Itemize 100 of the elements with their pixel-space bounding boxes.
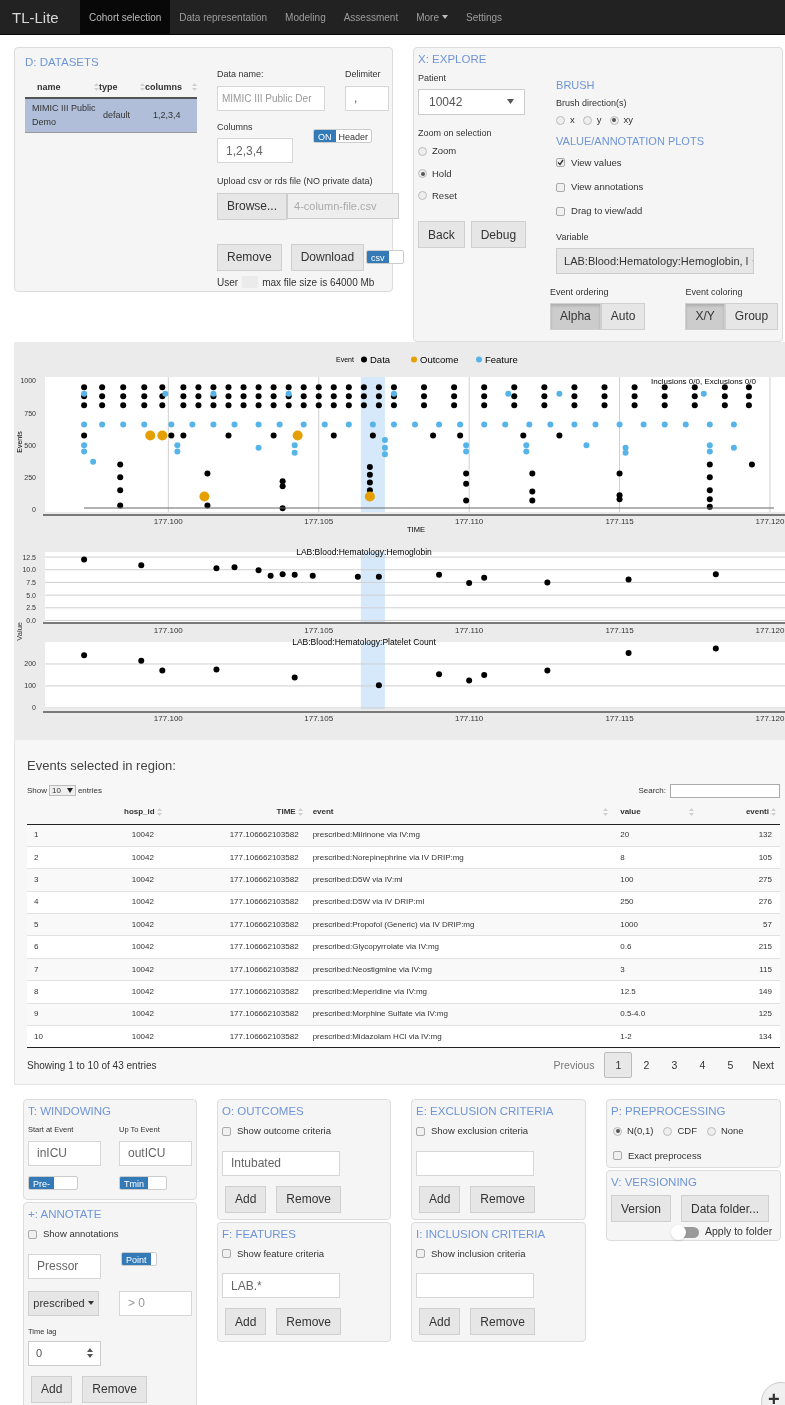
table-cell-text: 177.106662103582 [228,985,300,998]
page-link[interactable]: 1 [604,1052,633,1079]
input-field[interactable]: inICU [28,1140,101,1166]
column-header[interactable]: hosp_id [124,806,155,818]
button[interactable]: Add [419,1185,461,1213]
radio-label: x [570,113,575,127]
add-fab-button[interactable]: + [761,1382,785,1405]
panel-title: T: WINDOWING [28,1104,113,1119]
plot-title: LAB:Blood:Hematology:Hemoglobin [296,547,432,557]
nav-tab[interactable]: Assessment [334,0,408,34]
page-link[interactable]: 4 [688,1052,717,1079]
table-cell-text: 177.106662103582 [228,1030,300,1043]
column-header[interactable]: event [312,806,334,818]
pagination-link[interactable]: Previous [553,1057,595,1074]
number-field[interactable]: 0 [28,1340,101,1366]
x-tick-label: 177.105 [304,517,334,526]
x-tick-label: 177.115 [605,626,634,635]
table-cell-text: 2 [33,851,40,864]
plot-note: Inclusions 0/0, Exclusions 0/0 [651,377,756,386]
column-header[interactable]: type [99,80,118,94]
brand-title[interactable]: TL-Lite [0,0,80,34]
table-cell-text: MIMIC III Public Demo [31,102,97,129]
toggle-switch[interactable]: csv [366,250,405,264]
column-header[interactable]: value [620,806,641,818]
table-cell-text: 276 [757,896,773,909]
toggle-switch[interactable]: ON Header [313,128,373,143]
radio-label: None [720,1124,744,1139]
input-field[interactable]: LAB.* [222,1273,340,1298]
nav-tab[interactable]: More [407,0,457,34]
checkbox-label: Drag to view/add [571,204,643,219]
radio-label: Zoom [432,144,457,159]
button[interactable]: Remove [470,1185,536,1213]
table-cell-text: 115 [758,963,773,976]
toggle-switch[interactable]: Tmin [119,1175,167,1190]
button[interactable]: Remove [82,1375,148,1403]
toggle-button[interactable]: Group [724,302,779,330]
input-field[interactable]: , [345,85,389,111]
input-field[interactable]: Intubated [222,1150,340,1176]
table-cell-text: 125 [757,1008,773,1021]
nav-tab[interactable]: Data representation [170,0,277,34]
length-select[interactable]: 10 [49,785,76,796]
toggle-button[interactable]: X/Y [685,302,725,330]
table-cell-text: 1000 [619,918,639,931]
button[interactable]: Add [225,1185,267,1213]
button[interactable]: Download [290,243,365,271]
input-field[interactable]: > 0 [119,1290,192,1316]
button[interactable]: Add [31,1375,73,1403]
dropdown-button[interactable]: prescribed [28,1290,99,1316]
button[interactable]: Remove [276,1308,342,1335]
search-label: Search: [638,784,666,797]
column-header[interactable]: TIME [276,806,296,818]
button[interactable]: Remove [217,243,282,271]
nav-tab[interactable]: Cohort selection [80,0,171,34]
column-header[interactable]: name [37,80,61,94]
input-field[interactable]: 1,2,3,4 [217,138,293,163]
toggle-label: Apply to folder [705,1224,773,1240]
input-field[interactable]: MIMIC III Public Der [217,85,325,111]
variable-select[interactable]: LAB:Blood:Hematology:Hemoglobin, l [556,248,755,274]
column-header[interactable]: columns [145,80,182,94]
table-cell-text: 10042 [130,829,155,842]
pagination-link[interactable]: Next [752,1057,774,1074]
toggle-button[interactable]: Alpha [550,302,601,330]
button[interactable]: Version [611,1195,672,1223]
table-cell-text: 177.106662103582 [228,941,300,954]
table-cell-text: 177.106662103582 [228,829,300,842]
panel-title: P: PREPROCESSING [611,1104,727,1119]
button[interactable]: Back [418,221,465,248]
table-cell-text: 5 [33,918,40,931]
button[interactable]: Add [225,1308,267,1335]
toggle-button[interactable]: Auto [600,302,646,330]
field-label: Variable [556,230,590,244]
table-cell-text: 10042 [130,896,155,909]
table-cell-text: prescribed:D5W via IV:ml [311,873,404,886]
field-label: Event ordering [550,286,610,299]
page-link[interactable]: 5 [716,1052,745,1079]
button[interactable]: Debug [470,221,527,248]
page-link[interactable]: 2 [632,1052,661,1079]
nav-tab[interactable]: Settings [456,0,512,34]
button[interactable]: Data folder... [681,1195,770,1223]
field-label: Upload csv or rds file (NO private data) [217,175,374,188]
toggle-switch[interactable]: Point [121,1251,157,1266]
file-name-field[interactable]: 4-column-file.csv [287,192,399,219]
field-label: Brush direction(s) [556,96,628,110]
button[interactable]: Remove [470,1308,536,1335]
table-cell-text: 215 [757,941,773,954]
browse-button[interactable]: Browse... [217,192,287,220]
column-header[interactable]: eventi [745,806,769,818]
table-cell-text: prescribed:Milrinone via IV:mg [311,829,421,842]
patient-select[interactable]: 10042 [418,88,525,115]
button[interactable]: Remove [276,1185,342,1213]
table-cell-text: prescribed:D5W via IV DRIP:ml [311,896,426,909]
nav-tab[interactable]: Modeling [276,0,335,34]
input-field[interactable]: outICU [119,1140,192,1166]
table-cell-text: 57 [762,918,773,931]
input-field[interactable]: Pressor [28,1253,101,1279]
button[interactable]: Add [419,1308,461,1335]
toggle-switch[interactable]: Pre- [28,1175,78,1190]
page-link[interactable]: 3 [660,1052,689,1079]
table-cell-text: 10 [33,1030,44,1043]
table-cell-text: 10042 [130,941,155,954]
